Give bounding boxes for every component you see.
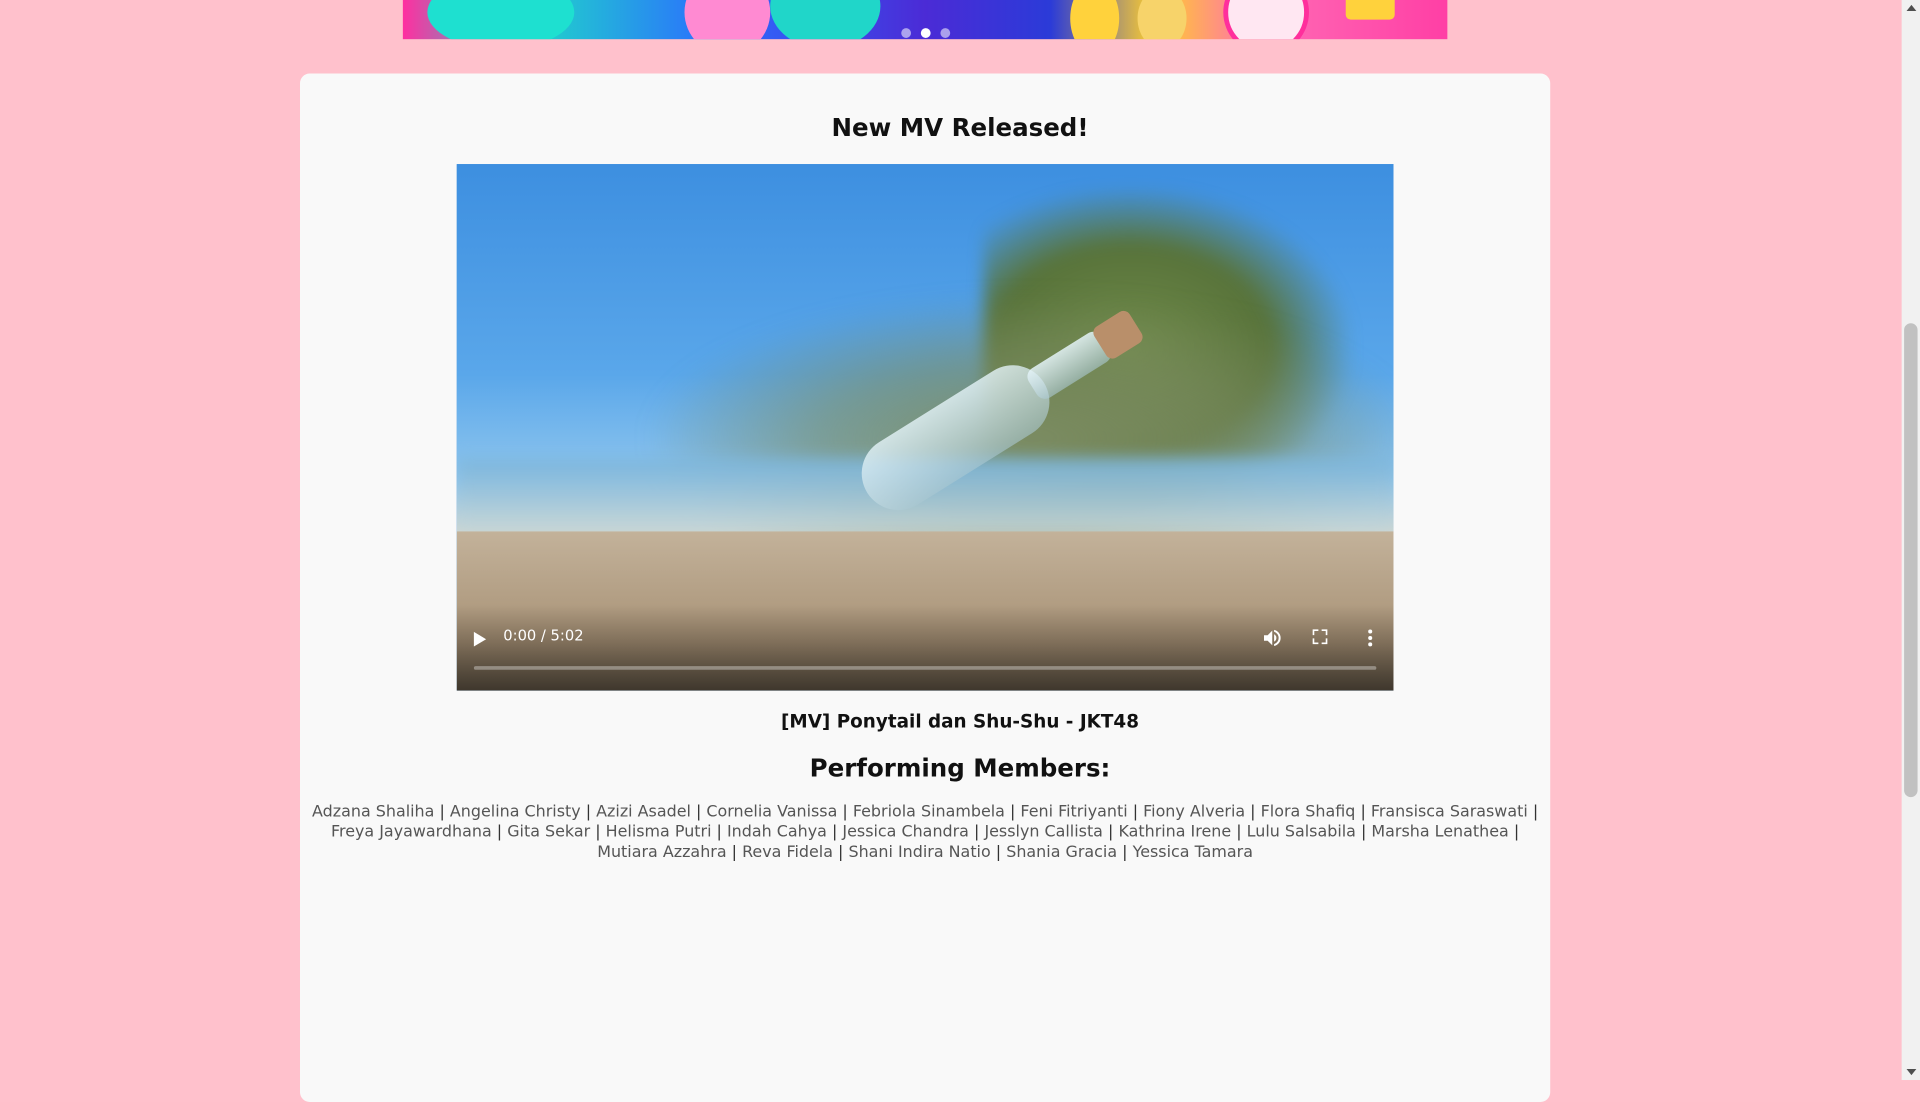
member-separator: | — [1004, 803, 1021, 822]
members-list: Adzana Shaliha | Angelina Christy | Aziz… — [306, 803, 1544, 863]
section-title: New MV Released! — [831, 112, 1089, 143]
member-name: Gita Sekar — [507, 823, 591, 842]
carousel-dots — [403, 28, 1447, 38]
member-separator: | — [434, 803, 450, 822]
member-separator: | — [1127, 803, 1144, 822]
member-separator: | — [1117, 843, 1133, 862]
member-separator: | — [491, 823, 508, 842]
video-caption: [MV] Ponytail dan Shu-Shu - JKT48 — [781, 710, 1139, 733]
member-separator: | — [826, 823, 843, 842]
member-name: Feni Fitriyanti — [1020, 803, 1128, 822]
member-name: Indah Cahya — [726, 823, 827, 842]
member-name: Fiony Alveria — [1143, 803, 1246, 822]
fullscreen-icon[interactable] — [1310, 627, 1330, 647]
member-separator: | — [837, 803, 853, 822]
member-name: Freya Jayawardhana — [331, 823, 492, 842]
more-options-icon[interactable] — [1364, 627, 1376, 649]
member-name: Fransisca Saraswati — [1370, 803, 1528, 822]
member-name: Febriola Sinambela — [852, 803, 1005, 822]
volume-icon[interactable] — [1261, 627, 1283, 649]
member-name: Lulu Salsabila — [1246, 823, 1356, 842]
member-name: Jessica Chandra — [842, 823, 969, 842]
member-name: Angelina Christy — [449, 803, 581, 822]
member-name: Yessica Tamara — [1132, 843, 1253, 862]
member-separator: | — [1245, 803, 1261, 822]
carousel-dot[interactable] — [939, 28, 950, 38]
carousel-dot[interactable] — [900, 28, 911, 38]
member-name: Cornelia Vanissa — [706, 803, 838, 822]
member-name: Shani Indira Natio — [848, 843, 991, 862]
play-icon[interactable] — [473, 631, 487, 647]
video-player[interactable]: 0:00 / 5:02 — [456, 164, 1394, 691]
member-name: Flora Shafiq — [1260, 803, 1356, 822]
member-name: Marsha Lenathea — [1371, 823, 1509, 842]
member-name: Mutiara Azzahra — [597, 843, 727, 862]
member-separator: | — [1102, 823, 1119, 842]
scroll-up-icon[interactable] — [1906, 4, 1917, 12]
vertical-scrollbar[interactable] — [1901, 0, 1920, 1081]
member-separator: | — [832, 843, 849, 862]
members-heading: Performing Members: — [809, 753, 1111, 783]
member-separator: | — [1355, 823, 1372, 842]
member-separator: | — [726, 843, 743, 862]
video-controls: 0:00 / 5:02 — [456, 604, 1394, 691]
time-display: 0:00 / 5:02 — [503, 626, 584, 645]
scrollbar-thumb[interactable] — [1904, 323, 1918, 798]
carousel-dot[interactable] — [920, 28, 931, 38]
member-separator: | — [990, 843, 1007, 862]
member-name: Shania Gracia — [1006, 843, 1118, 862]
scroll-down-icon[interactable] — [1906, 1068, 1917, 1076]
member-separator: | — [711, 823, 727, 842]
member-separator: | — [1355, 803, 1371, 822]
member-name: Jesslyn Callista — [984, 823, 1103, 842]
member-separator: | — [1508, 823, 1520, 842]
member-separator: | — [1231, 823, 1247, 842]
member-separator: | — [590, 823, 606, 842]
member-name: Kathrina Irene — [1118, 823, 1232, 842]
video-progress-bar[interactable] — [473, 666, 1377, 670]
member-name: Reva Fidela — [742, 843, 833, 862]
member-name: Helisma Putri — [605, 823, 712, 842]
banner-carousel[interactable] — [402, 0, 1448, 40]
member-name: Adzana Shaliha — [312, 803, 435, 822]
member-separator: | — [580, 803, 597, 822]
member-separator: | — [968, 823, 985, 842]
page: New MV Released! 0:00 / 5:02 [MV] Ponyta… — [0, 0, 1920, 1102]
member-name: Azizi Asadel — [596, 803, 691, 822]
member-separator: | — [690, 803, 707, 822]
member-separator: | — [1527, 803, 1539, 822]
